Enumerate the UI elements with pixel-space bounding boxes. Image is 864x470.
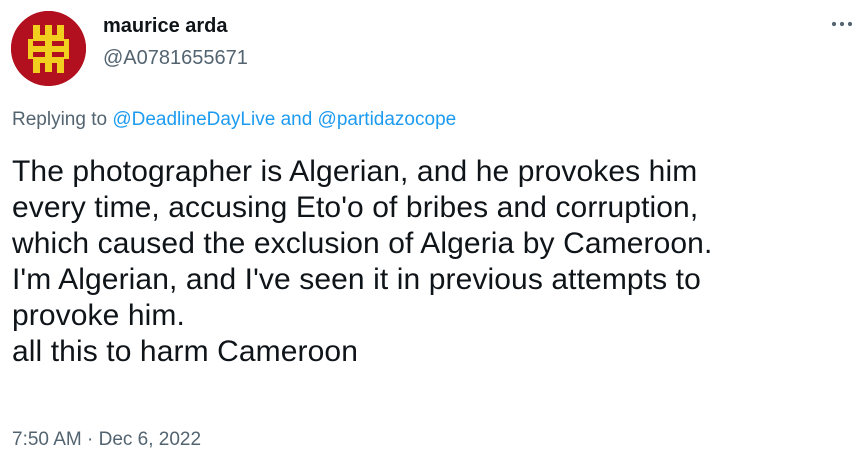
replying-to-label: Replying to [12,109,108,130]
amazigh-symbol-icon [11,11,86,86]
tweet-card: maurice arda @A0781655671 Replying to @D… [0,0,864,470]
reply-context: Replying to @DeadlineDayLive and @partid… [12,108,456,132]
mention-link-partidazocope[interactable]: @partidazocope [318,109,457,130]
avatar[interactable] [11,11,86,86]
more-options-button[interactable] [826,10,858,38]
author-display-name[interactable]: maurice arda [103,14,228,38]
more-horizontal-icon [831,21,853,27]
tweet-date-link[interactable]: Dec 6, 2022 [99,429,201,450]
author-handle[interactable]: @A0781655671 [103,46,248,70]
tweet-timestamp: 7:50 AM · Dec 6, 2022 [12,428,201,452]
tweet-text: The photographer is Algerian, and he pro… [12,155,713,368]
mention-link-deadlinedaylive[interactable]: @DeadlineDayLive [112,109,275,130]
reply-conjunction[interactable]: and [281,109,313,130]
tweet-time-link[interactable]: 7:50 AM [12,429,82,450]
timestamp-separator: · [87,429,94,450]
